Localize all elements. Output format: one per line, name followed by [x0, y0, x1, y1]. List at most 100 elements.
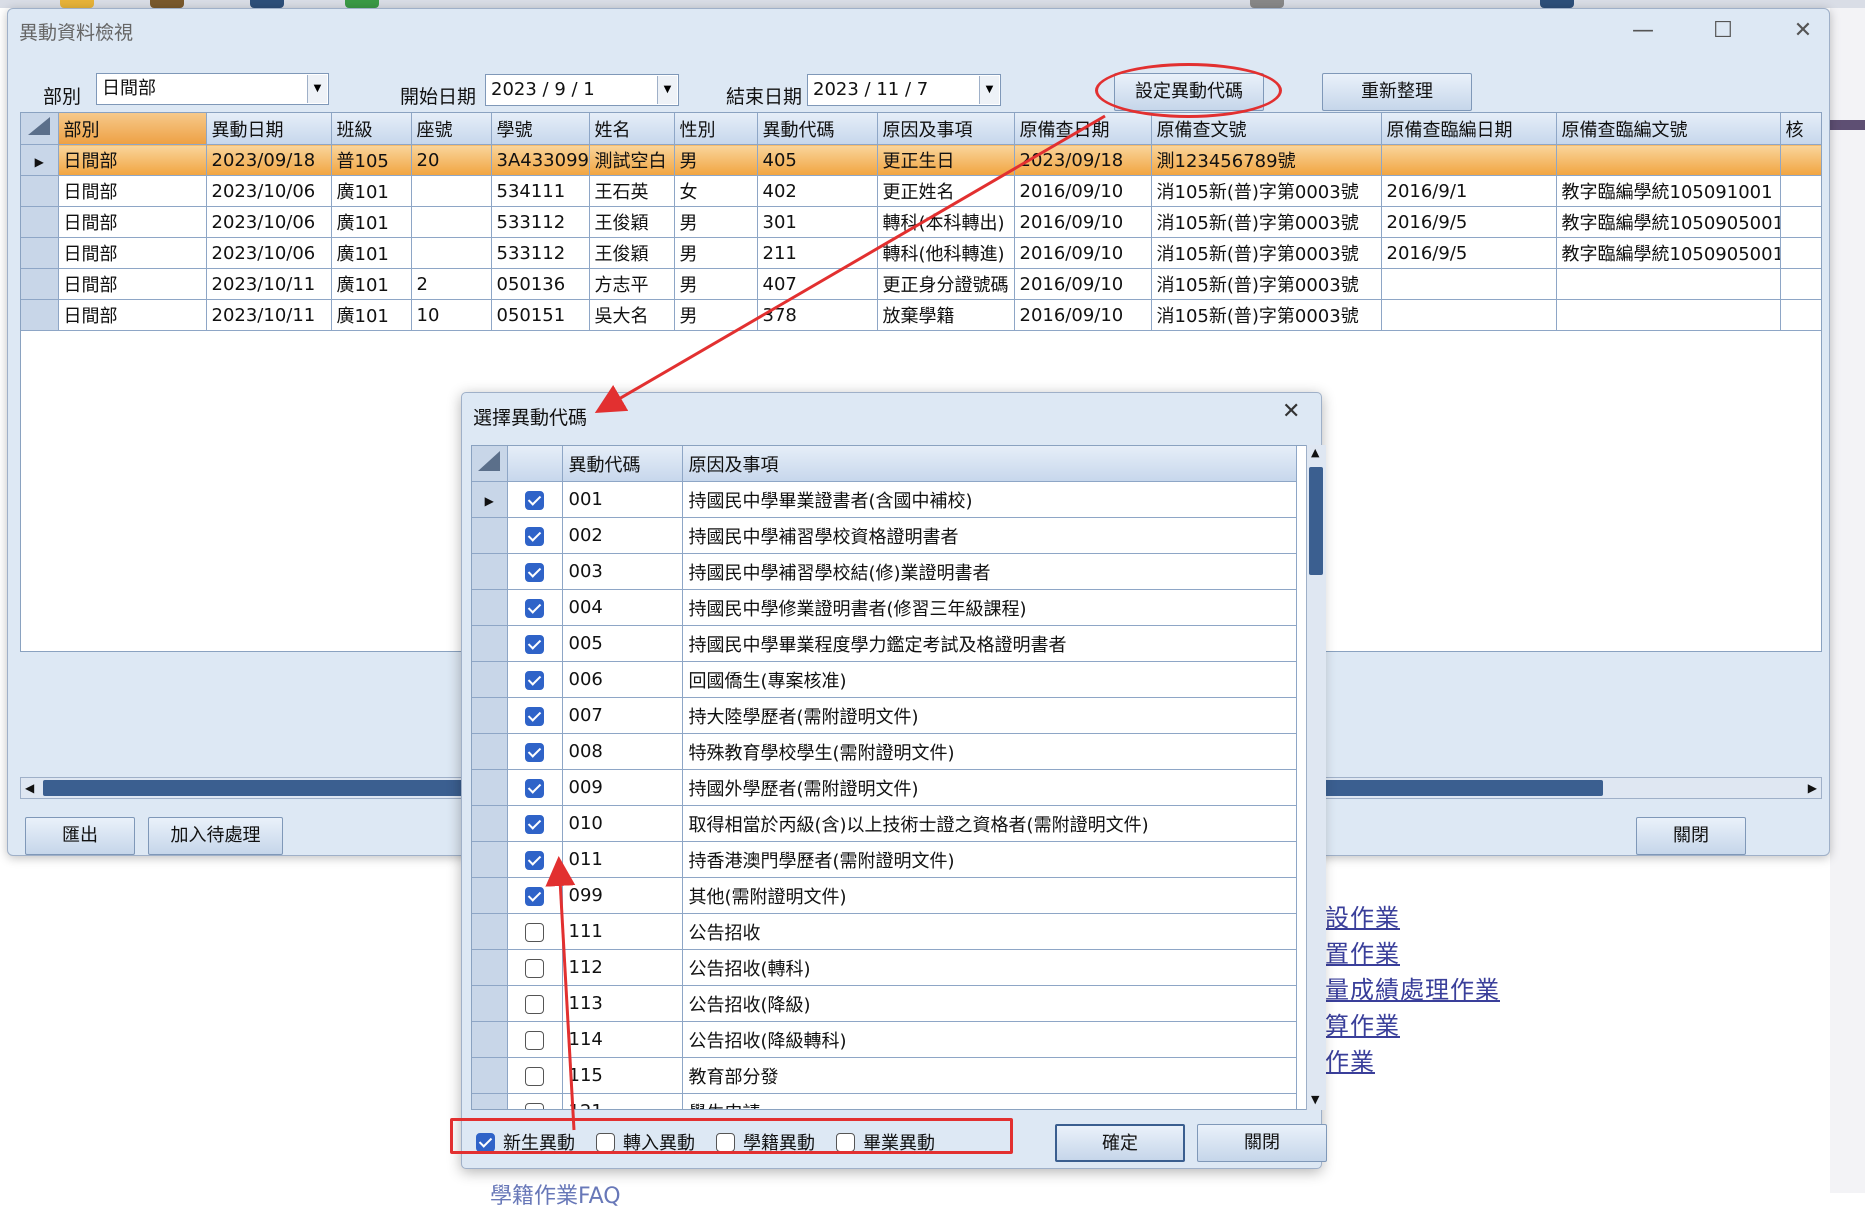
table-cell[interactable] [1780, 206, 1821, 238]
code-row[interactable]: 004 持國民中學修業證明書者(修習三年級課程) [472, 589, 1297, 626]
table-cell[interactable]: 2016/09/10 [1014, 299, 1152, 331]
description-cell[interactable]: 取得相當於丙級(含)以上技術士證之資格者(需附證明文件) [682, 805, 1297, 842]
scroll-up-icon[interactable]: ▲ [1311, 446, 1319, 459]
table-cell[interactable]: 普105 [331, 144, 412, 176]
table-cell[interactable]: 407 [757, 268, 878, 300]
row-checkbox[interactable] [525, 526, 544, 546]
table-cell[interactable]: 教字臨編學統1050905001 [1556, 206, 1781, 238]
description-cell[interactable]: 持國民中學補習學校結(修)業證明書者 [682, 553, 1297, 590]
table-cell[interactable]: 301 [757, 206, 878, 238]
table-row[interactable]: 日間部 2023/10/06 廣101 534111 王石英女 402 更正姓名 2016/0… [21, 175, 1821, 207]
code-cell[interactable]: 008 [562, 733, 683, 770]
table-cell[interactable]: 050151 [491, 299, 590, 331]
code-cell[interactable]: 010 [562, 805, 683, 842]
code-row[interactable]: 114 公告招收(降級轉科) [472, 1021, 1297, 1058]
table-cell[interactable] [411, 175, 492, 207]
chevron-down-icon[interactable]: ▼ [657, 76, 677, 104]
column-header[interactable]: 性別 [674, 113, 758, 145]
row-header[interactable] [472, 1021, 508, 1058]
description-cell[interactable]: 持國外學歷者(需附證明文件) [682, 769, 1297, 806]
taskbar-app-icon[interactable] [345, 0, 379, 8]
row-header[interactable] [472, 913, 508, 950]
table-cell[interactable]: 放棄學籍 [877, 299, 1015, 331]
row-header[interactable]: ▶ [21, 144, 59, 176]
row-checkbox[interactable] [525, 1030, 544, 1050]
row-header[interactable]: ▶ [472, 481, 508, 518]
checkbox-column-header[interactable] [507, 446, 563, 482]
row-checkbox[interactable] [525, 490, 544, 510]
table-cell[interactable]: 402 [757, 175, 878, 207]
table-cell[interactable]: 男 [674, 206, 758, 238]
table-cell[interactable]: 10 [411, 299, 492, 331]
table-cell[interactable]: 消105新(普)字第0003號 [1151, 237, 1382, 269]
column-header[interactable]: 異動代碼 [562, 446, 683, 482]
table-cell[interactable]: 廣101 [331, 299, 412, 331]
row-checkbox[interactable] [525, 886, 544, 906]
table-cell[interactable]: 日間部 [58, 144, 207, 176]
table-cell[interactable]: 教字臨編學統1050905001 [1556, 237, 1781, 269]
table-cell[interactable]: 378 [757, 299, 878, 331]
background-link[interactable]: 作業 [1325, 1042, 1375, 1077]
chevron-down-icon[interactable]: ▼ [979, 76, 999, 104]
table-cell[interactable]: 405 [757, 144, 878, 176]
table-cell[interactable] [1780, 299, 1821, 331]
table-cell[interactable] [1381, 268, 1557, 300]
close-icon[interactable]: ✕ [1783, 15, 1823, 47]
code-cell[interactable]: 002 [562, 517, 683, 554]
table-row[interactable]: 日間部 2023/10/11 廣101 2 050136 方志平男 407 更正身分證號碼 20… [21, 268, 1821, 300]
table-cell[interactable] [411, 237, 492, 269]
table-cell[interactable]: 2016/9/1 [1381, 175, 1557, 207]
code-cell[interactable]: 111 [562, 913, 683, 950]
code-cell[interactable]: 011 [562, 841, 683, 878]
table-cell[interactable]: 534111 [491, 175, 590, 207]
column-header[interactable]: 座號 [411, 113, 492, 145]
row-header[interactable] [21, 237, 59, 269]
description-cell[interactable]: 持國民中學修業證明書者(修習三年級課程) [682, 589, 1297, 626]
code-cell[interactable]: 007 [562, 697, 683, 734]
table-cell[interactable]: 男 [674, 299, 758, 331]
table-cell[interactable]: 2016/09/10 [1014, 268, 1152, 300]
code-row[interactable]: 002 持國民中學補習學校資格證明書者 [472, 517, 1297, 554]
close-button[interactable]: 關閉 [1636, 817, 1746, 855]
table-cell[interactable]: 2016/09/10 [1014, 237, 1152, 269]
code-row[interactable]: 008 特殊教育學校學生(需附證明文件) [472, 733, 1297, 770]
table-cell[interactable] [1780, 237, 1821, 269]
column-header[interactable]: 異動代碼 [757, 113, 878, 145]
row-header[interactable] [472, 553, 508, 590]
table-cell[interactable]: 消105新(普)字第0003號 [1151, 206, 1382, 238]
table-cell[interactable]: 轉科(本科轉出) [877, 206, 1015, 238]
row-header[interactable] [472, 589, 508, 626]
row-header[interactable] [472, 949, 508, 986]
code-cell[interactable]: 112 [562, 949, 683, 986]
row-header[interactable] [21, 299, 59, 331]
table-cell[interactable]: 3A433099 [491, 144, 590, 176]
table-cell[interactable] [1556, 144, 1781, 176]
table-cell[interactable]: 日間部 [58, 299, 207, 331]
background-link[interactable]: 置作業 [1325, 934, 1400, 969]
row-header[interactable] [21, 268, 59, 300]
table-cell[interactable] [411, 206, 492, 238]
table-cell[interactable]: 日間部 [58, 175, 207, 207]
code-cell[interactable]: 009 [562, 769, 683, 806]
table-cell[interactable]: 533112 [491, 237, 590, 269]
table-cell[interactable]: 2023/09/18 [1014, 144, 1152, 176]
row-checkbox[interactable] [525, 742, 544, 762]
description-cell[interactable]: 持國民中學補習學校資格證明書者 [682, 517, 1297, 554]
table-cell[interactable]: 王俊穎 [589, 206, 675, 238]
description-cell[interactable]: 學生申請 [682, 1093, 1297, 1109]
description-cell[interactable]: 其他(需附證明文件) [682, 877, 1297, 914]
table-row[interactable]: 日間部 2023/10/11 廣101 10 050151 吳大名男 378 放棄學籍 2016… [21, 299, 1821, 331]
description-cell[interactable]: 教育部分發 [682, 1057, 1297, 1094]
table-cell[interactable]: 男 [674, 268, 758, 300]
taskbar-app-icon[interactable] [150, 0, 184, 8]
code-row[interactable]: 112 公告招收(轉科) [472, 949, 1297, 986]
row-header[interactable] [472, 877, 508, 914]
table-cell[interactable] [1556, 268, 1781, 300]
maximize-icon[interactable]: ☐ [1703, 15, 1743, 47]
column-header[interactable]: 班級 [331, 113, 412, 145]
row-header[interactable] [472, 805, 508, 842]
taskbar-app-icon[interactable] [250, 0, 284, 8]
row-checkbox[interactable] [525, 958, 544, 978]
code-cell[interactable]: 006 [562, 661, 683, 698]
row-checkbox[interactable] [525, 1066, 544, 1086]
